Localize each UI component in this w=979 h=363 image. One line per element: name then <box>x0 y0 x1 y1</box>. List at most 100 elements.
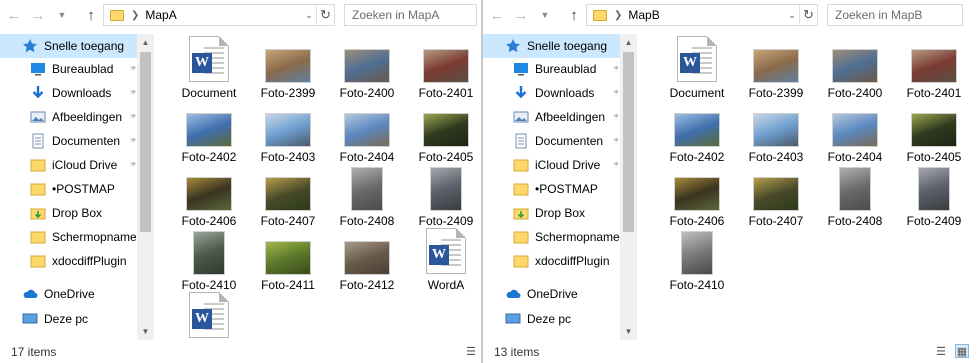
sidebar-item[interactable]: Deze pc <box>483 307 623 331</box>
file-item[interactable]: Foto-2412 <box>328 232 406 296</box>
sidebar-item[interactable]: Downloads ⌖ <box>483 81 623 105</box>
file-item[interactable]: Foto-2399 <box>737 40 815 104</box>
search-input[interactable] <box>828 5 962 25</box>
file-item[interactable]: Foto-2400 <box>328 40 406 104</box>
large-icons-view-icon[interactable]: ▦ <box>955 344 969 358</box>
item-count: 13 items <box>494 344 540 359</box>
sidebar-item[interactable]: Drop Box <box>483 201 623 225</box>
sidebar-item[interactable]: OneDrive <box>483 282 623 306</box>
sidebar-item-label: Snelle toegang <box>44 39 125 53</box>
file-item[interactable]: Foto-2405 <box>895 104 973 168</box>
refresh-icon[interactable]: ↻ <box>799 5 817 25</box>
chevron-down-icon[interactable]: ⌄ <box>302 10 316 21</box>
sidebar-item[interactable]: •POSTMAP <box>0 177 140 201</box>
address-path[interactable]: MapA <box>145 8 176 22</box>
sidebar-item[interactable]: Documenten ⌖ <box>0 129 140 153</box>
sidebar-item[interactable]: iCloud Drive ⌖ <box>483 153 623 177</box>
sidebar-item[interactable]: xdocdiffPlugin <box>0 249 140 273</box>
file-item[interactable]: Foto-2408 <box>816 168 894 232</box>
sidebar-item[interactable]: Snelle toegang <box>0 34 140 58</box>
chevron-down-icon[interactable]: ⌄ <box>785 10 799 21</box>
photo-thumbnail <box>833 104 877 146</box>
sidebar-item-label: Afbeeldingen <box>52 110 123 124</box>
scroll-thumb[interactable] <box>140 52 151 232</box>
scroll-thumb[interactable] <box>623 52 634 232</box>
scroll-down-icon[interactable]: ▼ <box>137 323 154 340</box>
file-item[interactable]: Foto-2407 <box>737 168 815 232</box>
forward-arrow-icon[interactable]: → <box>28 5 48 25</box>
back-arrow-icon[interactable]: ← <box>487 5 507 25</box>
up-arrow-icon[interactable]: ↑ <box>81 5 101 25</box>
file-name: Foto-2404 <box>339 150 395 164</box>
forward-arrow-icon[interactable]: → <box>511 5 531 25</box>
file-item[interactable]: Foto-2405 <box>407 104 481 168</box>
file-item[interactable]: Foto-2401 <box>407 40 481 104</box>
file-item[interactable]: W WordA <box>407 228 481 296</box>
search-box[interactable] <box>344 4 477 26</box>
nav-scrollbar[interactable]: ▲ ▼ <box>620 34 637 340</box>
sidebar-item[interactable]: xdocdiffPlugin <box>483 249 623 273</box>
file-item[interactable]: Foto-2406 <box>658 168 736 232</box>
file-item[interactable]: Foto-2410 <box>170 232 248 296</box>
sidebar-item[interactable]: iCloud Drive ⌖ <box>0 153 140 177</box>
file-item[interactable]: W Document <box>170 36 248 104</box>
file-item[interactable]: Foto-2410 <box>658 232 736 296</box>
file-item[interactable]: Foto-2409 <box>407 168 481 232</box>
pin-icon: ⌖ <box>130 135 136 146</box>
details-view-icon[interactable]: ☰ <box>934 344 948 358</box>
photo-thumbnail <box>675 104 719 146</box>
sidebar-item[interactable]: Schermopnamen <box>0 225 140 249</box>
sidebar-item[interactable]: •POSTMAP <box>483 177 623 201</box>
file-item[interactable]: Foto-2407 <box>249 168 327 232</box>
file-item[interactable]: Foto-2406 <box>170 168 248 232</box>
file-item[interactable]: Foto-2400 <box>816 40 894 104</box>
address-bar[interactable]: ❯ MapB ⌄ ↻ <box>586 4 818 26</box>
file-item[interactable]: Foto-2401 <box>895 40 973 104</box>
sidebar-item[interactable]: Documenten ⌖ <box>483 129 623 153</box>
recent-locations-icon[interactable]: ▼ <box>535 5 555 25</box>
address-bar[interactable]: ❯ MapA ⌄ ↻ <box>103 4 335 26</box>
recent-locations-icon[interactable]: ▼ <box>52 5 72 25</box>
file-name: Foto-2407 <box>748 214 804 228</box>
sidebar-item[interactable]: Snelle toegang <box>483 34 623 58</box>
file-item[interactable]: Foto-2403 <box>737 104 815 168</box>
address-path[interactable]: MapB <box>628 8 659 22</box>
folder-icon <box>30 157 46 173</box>
file-item[interactable]: Foto-2411 <box>249 232 327 296</box>
scroll-up-icon[interactable]: ▲ <box>137 34 154 51</box>
file-item[interactable]: Foto-2402 <box>658 104 736 168</box>
documents-icon <box>513 133 529 149</box>
refresh-icon[interactable]: ↻ <box>316 5 334 25</box>
folder-icon <box>593 9 607 21</box>
file-item[interactable]: Foto-2408 <box>328 168 406 232</box>
sidebar-item[interactable]: OneDrive <box>0 282 140 306</box>
file-item[interactable]: Foto-2403 <box>249 104 327 168</box>
scroll-up-icon[interactable]: ▲ <box>620 34 637 51</box>
sidebar-item[interactable]: Drop Box <box>0 201 140 225</box>
scroll-down-icon[interactable]: ▼ <box>620 323 637 340</box>
file-item[interactable]: Foto-2404 <box>816 104 894 168</box>
sidebar-item[interactable]: Schermopnamen <box>483 225 623 249</box>
sidebar-item[interactable]: Bureaublad ⌖ <box>0 57 140 81</box>
sidebar-item[interactable]: Downloads ⌖ <box>0 81 140 105</box>
file-name: Foto-2402 <box>669 150 725 164</box>
photo-thumbnail <box>754 104 798 146</box>
sidebar-item[interactable]: Deze pc <box>0 307 140 331</box>
search-input[interactable] <box>345 5 476 25</box>
file-item[interactable]: Foto-2399 <box>249 40 327 104</box>
file-item[interactable]: W <box>170 292 248 340</box>
pc-icon <box>22 311 38 327</box>
file-item[interactable]: Foto-2402 <box>170 104 248 168</box>
file-item[interactable]: W Document <box>658 36 736 104</box>
up-arrow-icon[interactable]: ↑ <box>564 5 584 25</box>
sidebar-item[interactable]: Afbeeldingen ⌖ <box>483 105 623 129</box>
folder-icon <box>513 157 529 173</box>
sidebar-item[interactable]: Afbeeldingen ⌖ <box>0 105 140 129</box>
search-box[interactable] <box>827 4 963 26</box>
file-item[interactable]: Foto-2404 <box>328 104 406 168</box>
details-view-icon[interactable]: ☰ <box>464 344 478 358</box>
sidebar-item[interactable]: Bureaublad ⌖ <box>483 57 623 81</box>
file-item[interactable]: Foto-2409 <box>895 168 973 232</box>
back-arrow-icon[interactable]: ← <box>4 5 24 25</box>
nav-scrollbar[interactable]: ▲ ▼ <box>137 34 154 340</box>
